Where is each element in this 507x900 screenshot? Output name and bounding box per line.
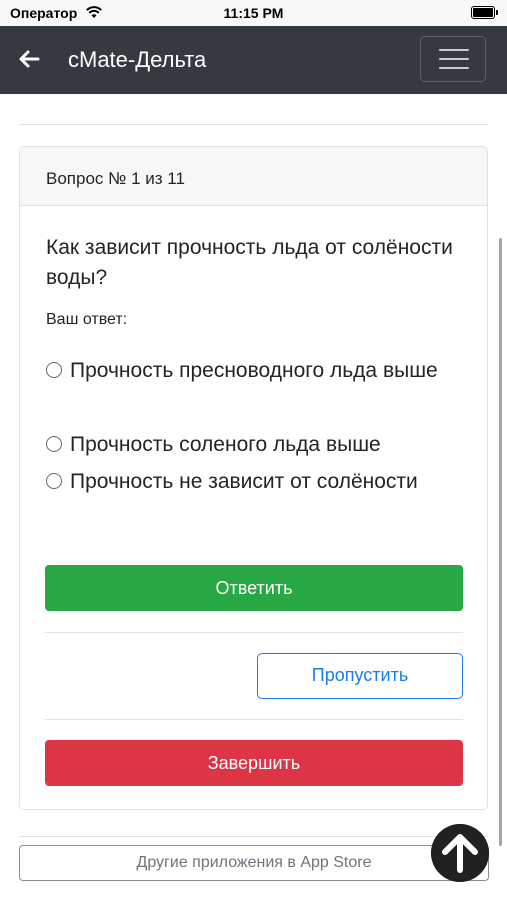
arrow-left-icon[interactable] xyxy=(18,48,40,70)
radio-button[interactable] xyxy=(46,436,62,452)
status-bar: Оператор 11:15 PM xyxy=(0,0,507,26)
clock: 11:15 PM xyxy=(223,5,284,21)
divider xyxy=(45,719,463,720)
answer-option-label[interactable]: Прочность пресноводного льда выше xyxy=(70,353,470,389)
question-card: Вопрос № 1 из 11 Как зависит прочность л… xyxy=(19,146,488,810)
arrow-up-circle-icon[interactable] xyxy=(431,824,489,882)
battery-icon xyxy=(471,6,498,19)
appstore-button[interactable]: Другие приложения в App Store xyxy=(19,845,489,881)
radio-button[interactable] xyxy=(46,362,62,378)
divider xyxy=(45,632,463,633)
divider xyxy=(19,124,488,125)
answer-label: Ваш ответ: xyxy=(46,311,128,328)
scrollbar[interactable] xyxy=(499,238,502,846)
answer-option-label[interactable]: Прочность не зависит от солёности xyxy=(70,464,470,500)
question-counter: Вопрос № 1 из 11 xyxy=(46,169,185,188)
skip-button[interactable]: Пропустить xyxy=(257,653,463,699)
navbar: сMate-Дельта xyxy=(0,26,507,94)
divider xyxy=(19,836,488,837)
answer-option-label[interactable]: Прочность соленого льда выше xyxy=(70,427,470,463)
hamburger-menu-icon xyxy=(439,49,469,51)
app-title: сMate-Дельта xyxy=(68,47,207,72)
menu-toggle-button[interactable] xyxy=(420,36,486,82)
answer-button[interactable]: Ответить xyxy=(45,565,463,611)
card-header: Вопрос № 1 из 11 xyxy=(20,147,487,206)
radio-button[interactable] xyxy=(46,473,62,489)
question-text: Как зависит прочность льда от солёности … xyxy=(46,236,453,289)
finish-button[interactable]: Завершить xyxy=(45,740,463,786)
